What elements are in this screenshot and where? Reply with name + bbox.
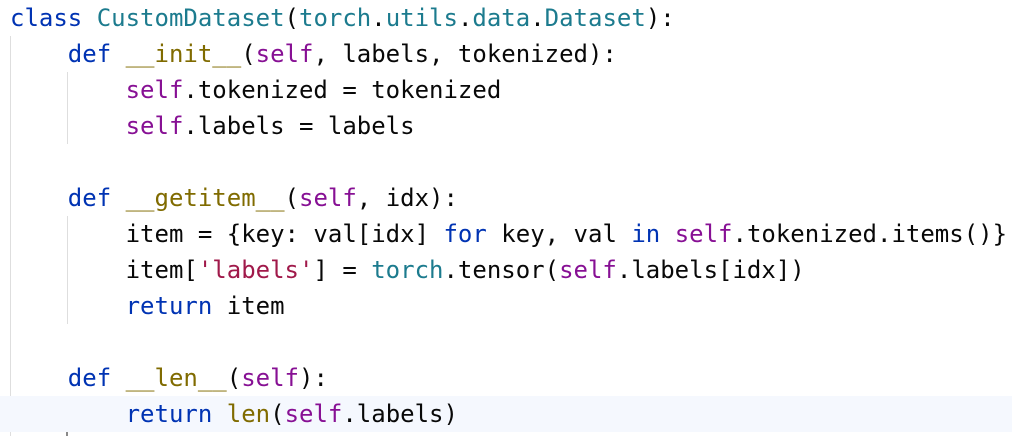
code-token: self: [284, 400, 343, 428]
code-token: def: [10, 40, 126, 68]
code-editor[interactable]: class CustomDataset(torch.utils.data.Dat…: [0, 0, 1012, 436]
code-token: data: [472, 4, 531, 32]
code-line-text: item['labels'] = torch.tensor(self.label…: [10, 252, 805, 288]
code-token: __getitem__: [125, 184, 285, 212]
code-token: __len__: [125, 364, 227, 392]
code-token: torch: [371, 256, 444, 284]
code-token: (: [241, 40, 256, 68]
code-token: ):: [645, 4, 675, 32]
code-token: .labels: [342, 400, 444, 428]
code-token: .: [530, 4, 545, 32]
code-token: in: [631, 220, 661, 248]
code-token: ): [443, 400, 458, 428]
code-line-text: item = {key: val[idx] for key, val in se…: [10, 216, 1007, 252]
code-token: self: [255, 40, 314, 68]
code-token: return: [10, 400, 227, 428]
code-line[interactable]: class CustomDataset(torch.utils.data.Dat…: [0, 0, 1012, 36]
code-token: torch: [299, 4, 372, 32]
code-token: utils: [385, 4, 458, 32]
code-line[interactable]: [0, 324, 1012, 360]
code-token: .labels[idx]): [616, 256, 805, 284]
code-token: def: [10, 184, 126, 212]
code-token: ):: [299, 364, 328, 392]
code-token: .tokenized.items()}: [732, 220, 1008, 248]
code-line[interactable]: return len(self.labels): [0, 396, 1012, 432]
code-line-text: return item: [10, 288, 285, 324]
code-token: __init__: [125, 40, 242, 68]
code-token: self: [674, 220, 733, 248]
code-token: (: [284, 4, 299, 32]
code-token: self: [559, 256, 617, 284]
code-line[interactable]: item['labels'] = torch.tensor(self.label…: [0, 252, 1012, 288]
code-token: return: [10, 292, 227, 320]
code-line[interactable]: item = {key: val[idx] for key, val in se…: [0, 216, 1012, 252]
code-line[interactable]: [0, 144, 1012, 180]
code-token: key, val: [486, 220, 632, 248]
code-line[interactable]: return item: [0, 288, 1012, 324]
code-token: 'labels': [197, 256, 314, 284]
code-token: (: [270, 400, 285, 428]
code-token: for: [443, 220, 487, 248]
code-line-text: self.labels = labels: [10, 108, 415, 144]
code-token: , idx):: [356, 184, 458, 212]
code-token: self: [241, 364, 299, 392]
code-token: item = {key: val[idx]: [10, 220, 444, 248]
code-token: item[: [10, 256, 198, 284]
code-line[interactable]: self.tokenized = tokenized: [0, 72, 1012, 108]
code-line-text: return len(self.labels): [10, 396, 458, 432]
code-line[interactable]: def __init__(self, labels, tokenized):: [0, 36, 1012, 72]
code-token: .: [371, 4, 386, 32]
code-line-text: self.tokenized = tokenized: [10, 72, 502, 108]
code-token: .labels = labels: [183, 112, 415, 140]
code-line[interactable]: self.labels = labels: [0, 108, 1012, 144]
code-line-text: def __len__(self):: [10, 360, 328, 396]
code-token: .tokenized = tokenized: [183, 76, 502, 104]
code-token: .: [457, 4, 473, 32]
code-token: (: [226, 364, 242, 392]
code-token: ] =: [313, 256, 372, 284]
code-token: def: [10, 364, 126, 392]
code-token: item: [226, 292, 285, 320]
code-token: class: [10, 4, 97, 32]
code-line[interactable]: def __getitem__(self, idx):: [0, 180, 1012, 216]
code-token: , labels, tokenized):: [313, 40, 617, 68]
code-token: .tensor(: [443, 256, 560, 284]
code-line-text: def __init__(self, labels, tokenized):: [10, 36, 617, 72]
code-token: self: [10, 76, 184, 104]
code-line-text: class CustomDataset(torch.utils.data.Dat…: [10, 0, 675, 36]
code-line-text: def __getitem__(self, idx):: [10, 180, 458, 216]
code-token: self: [299, 184, 357, 212]
code-token: CustomDataset: [96, 4, 285, 32]
code-token: (: [284, 184, 299, 212]
code-token: self: [10, 112, 184, 140]
code-token: len: [226, 400, 271, 428]
code-line[interactable]: def __len__(self):: [0, 360, 1012, 396]
code-token: Dataset: [544, 4, 646, 32]
